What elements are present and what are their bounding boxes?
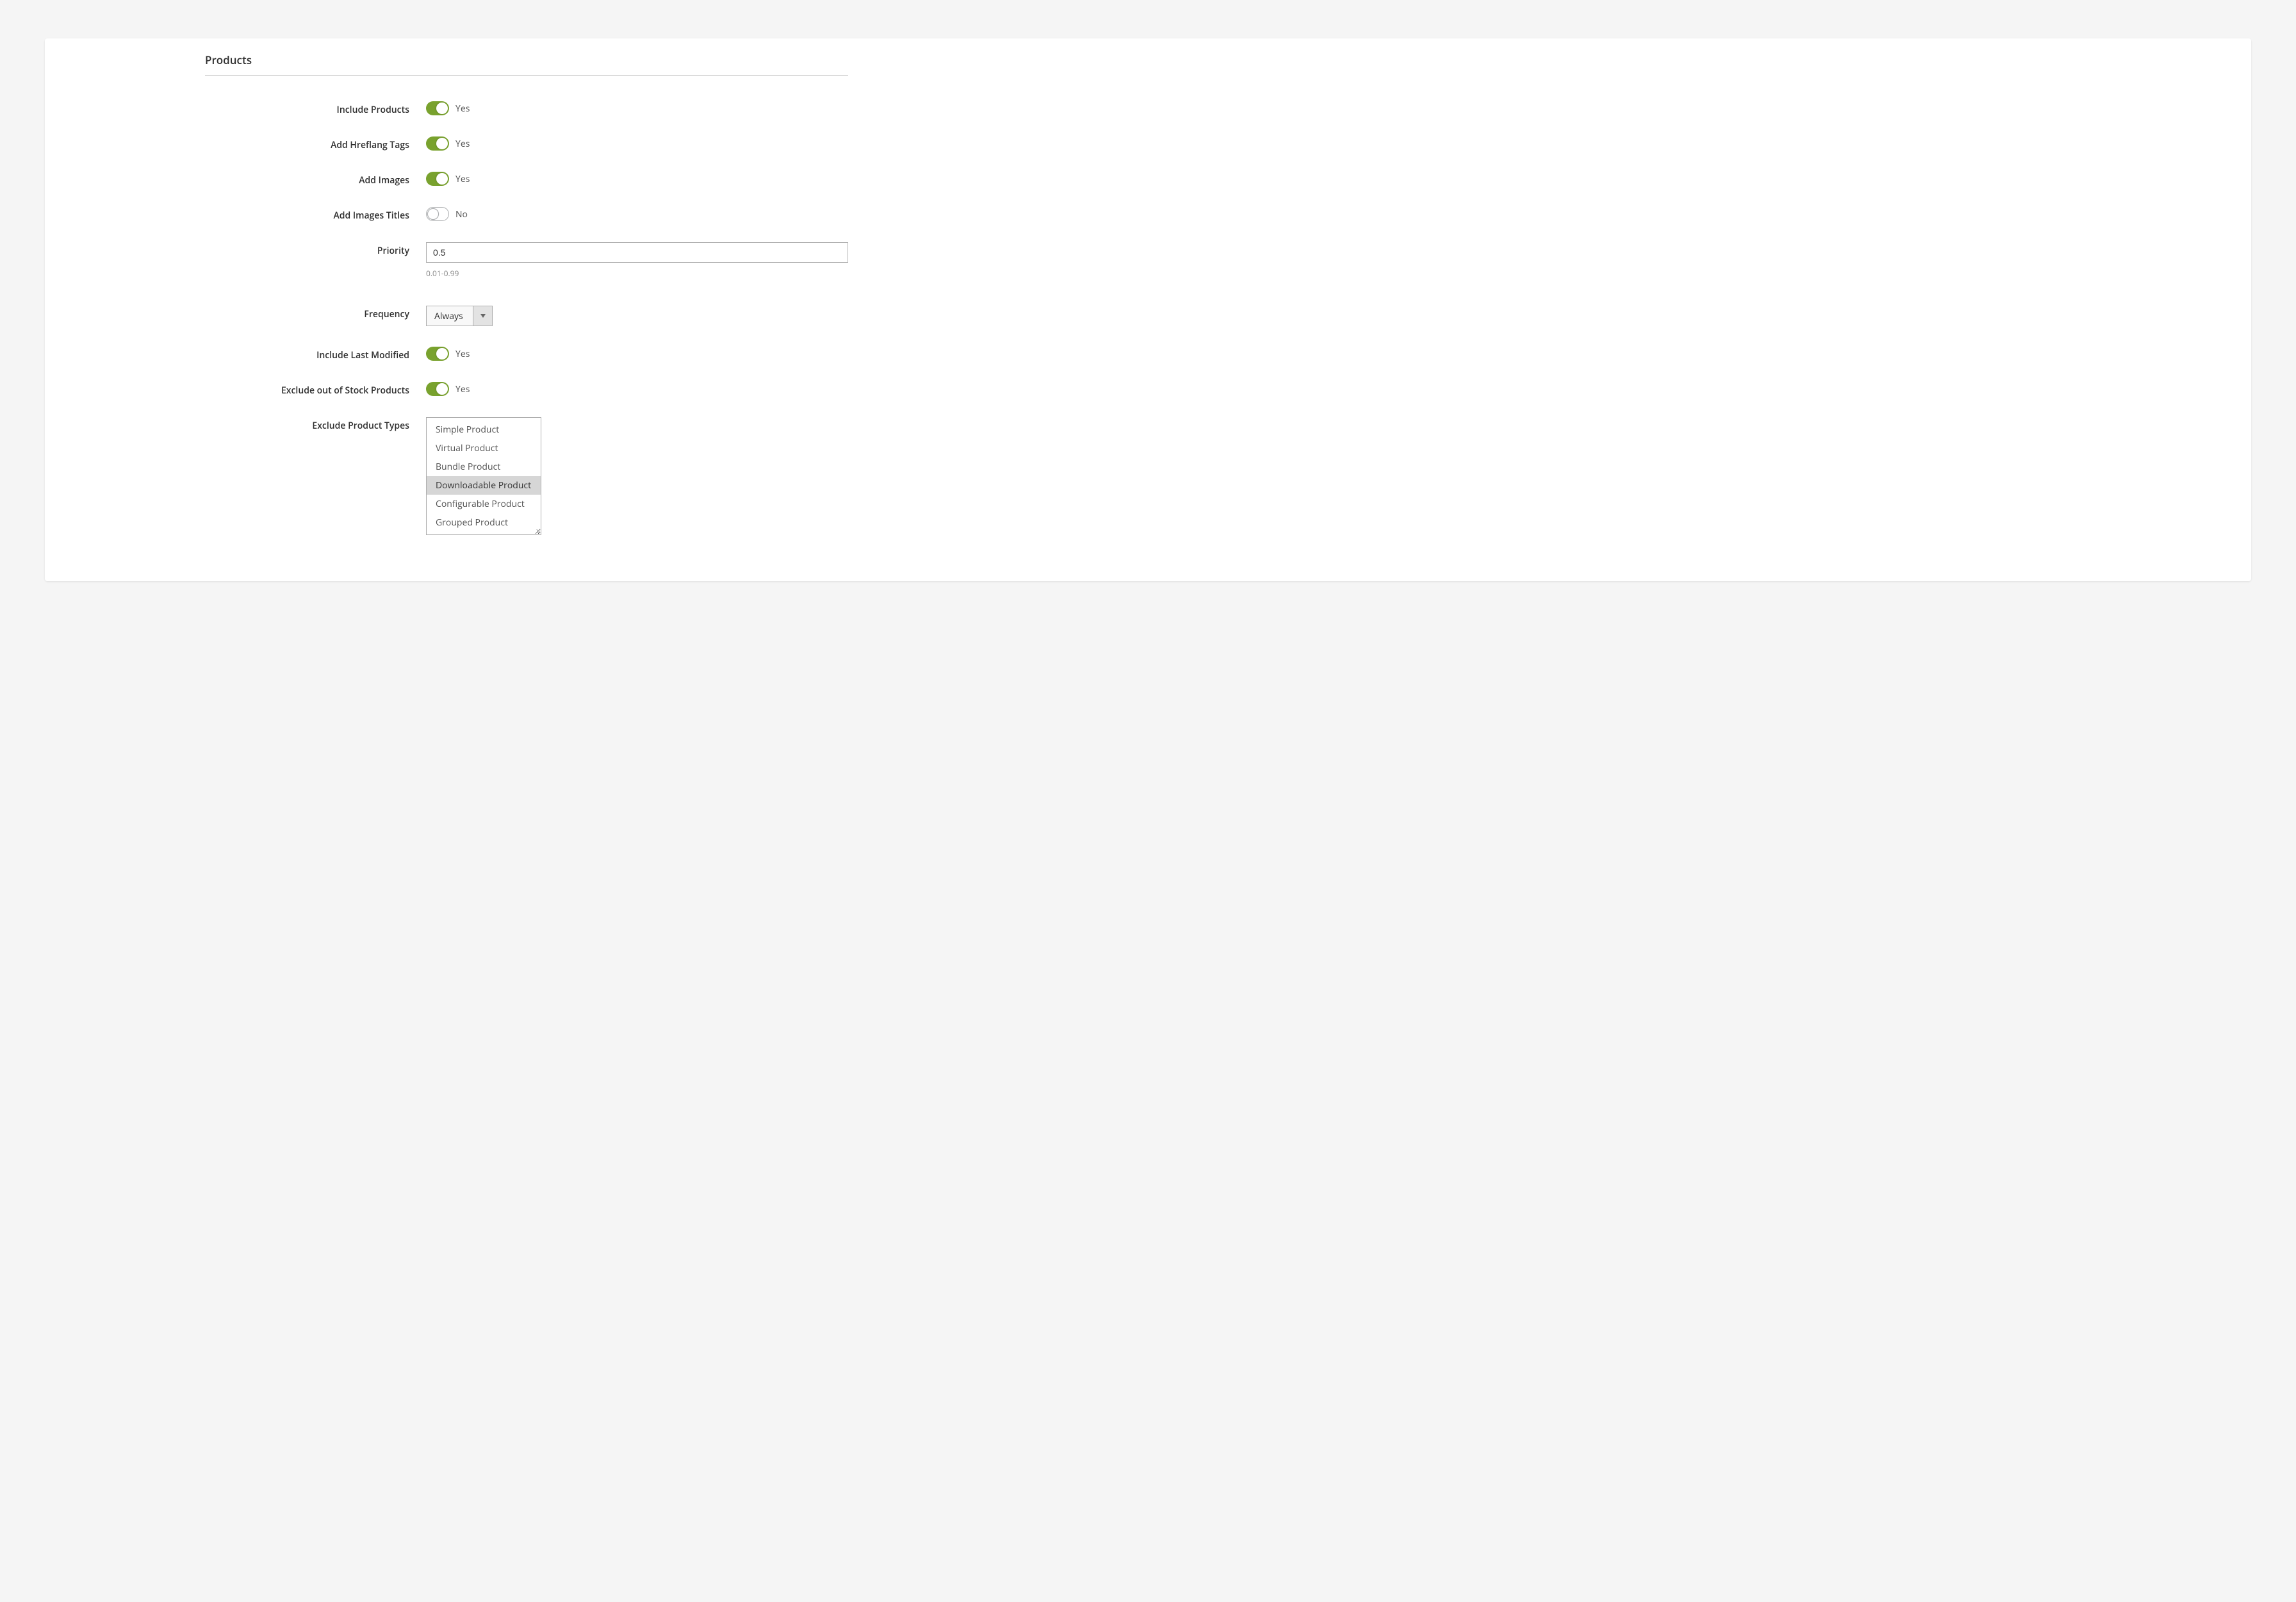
field-priority: Priority 0.01-0.99 [205,242,848,279]
section-title: Products [205,46,848,76]
toggle-value-add-images: Yes [455,173,470,185]
toggle-add-images-titles[interactable] [426,207,449,221]
multiselect-option[interactable]: Virtual Product [427,439,541,458]
resize-handle-icon [534,527,540,534]
toggle-include-last-modified[interactable] [426,347,449,361]
toggle-add-images[interactable] [426,172,449,186]
toggle-value-include-products: Yes [455,103,470,115]
label-frequency: Frequency [205,306,426,320]
multiselect-option[interactable]: Downloadable Product [427,476,541,495]
input-priority[interactable] [426,242,848,263]
field-include-products: Include Products Yes [205,101,848,116]
label-add-hreflang: Add Hreflang Tags [205,136,426,151]
label-add-images-titles: Add Images Titles [205,207,426,222]
label-exclude-product-types: Exclude Product Types [205,417,426,432]
settings-panel: Products Include Products Yes Add Hrefla… [45,38,2251,581]
toggle-value-exclude-out-of-stock: Yes [455,383,470,395]
toggle-value-add-hreflang: Yes [455,138,470,150]
select-frequency-value: Always [427,306,473,326]
chevron-down-icon [480,314,486,318]
toggle-add-hreflang[interactable] [426,136,449,151]
select-frequency-button[interactable] [473,306,492,326]
multiselect-option[interactable]: Grouped Product [427,513,541,532]
toggle-value-include-last-modified: Yes [455,348,470,360]
toggle-include-products[interactable] [426,101,449,115]
field-exclude-out-of-stock: Exclude out of Stock Products Yes [205,382,848,397]
toggle-value-add-images-titles: No [455,208,468,220]
field-add-hreflang: Add Hreflang Tags Yes [205,136,848,151]
multiselect-option[interactable]: Simple Product [427,420,541,439]
label-include-products: Include Products [205,101,426,116]
multiselect-option[interactable]: Configurable Product [427,495,541,513]
multiselect-exclude-product-types[interactable]: Simple Product Virtual Product Bundle Pr… [426,417,541,535]
select-frequency[interactable]: Always [426,306,493,326]
field-add-images-titles: Add Images Titles No [205,207,848,222]
field-frequency: Frequency Always [205,306,848,326]
toggle-exclude-out-of-stock[interactable] [426,382,449,396]
field-exclude-product-types: Exclude Product Types Simple Product Vir… [205,417,848,535]
field-add-images: Add Images Yes [205,172,848,186]
field-include-last-modified: Include Last Modified Yes [205,347,848,361]
multiselect-option[interactable]: Bundle Product [427,458,541,476]
help-priority: 0.01-0.99 [426,268,848,279]
label-include-last-modified: Include Last Modified [205,347,426,361]
label-exclude-out-of-stock: Exclude out of Stock Products [205,382,426,397]
label-add-images: Add Images [205,172,426,186]
label-priority: Priority [205,242,426,257]
